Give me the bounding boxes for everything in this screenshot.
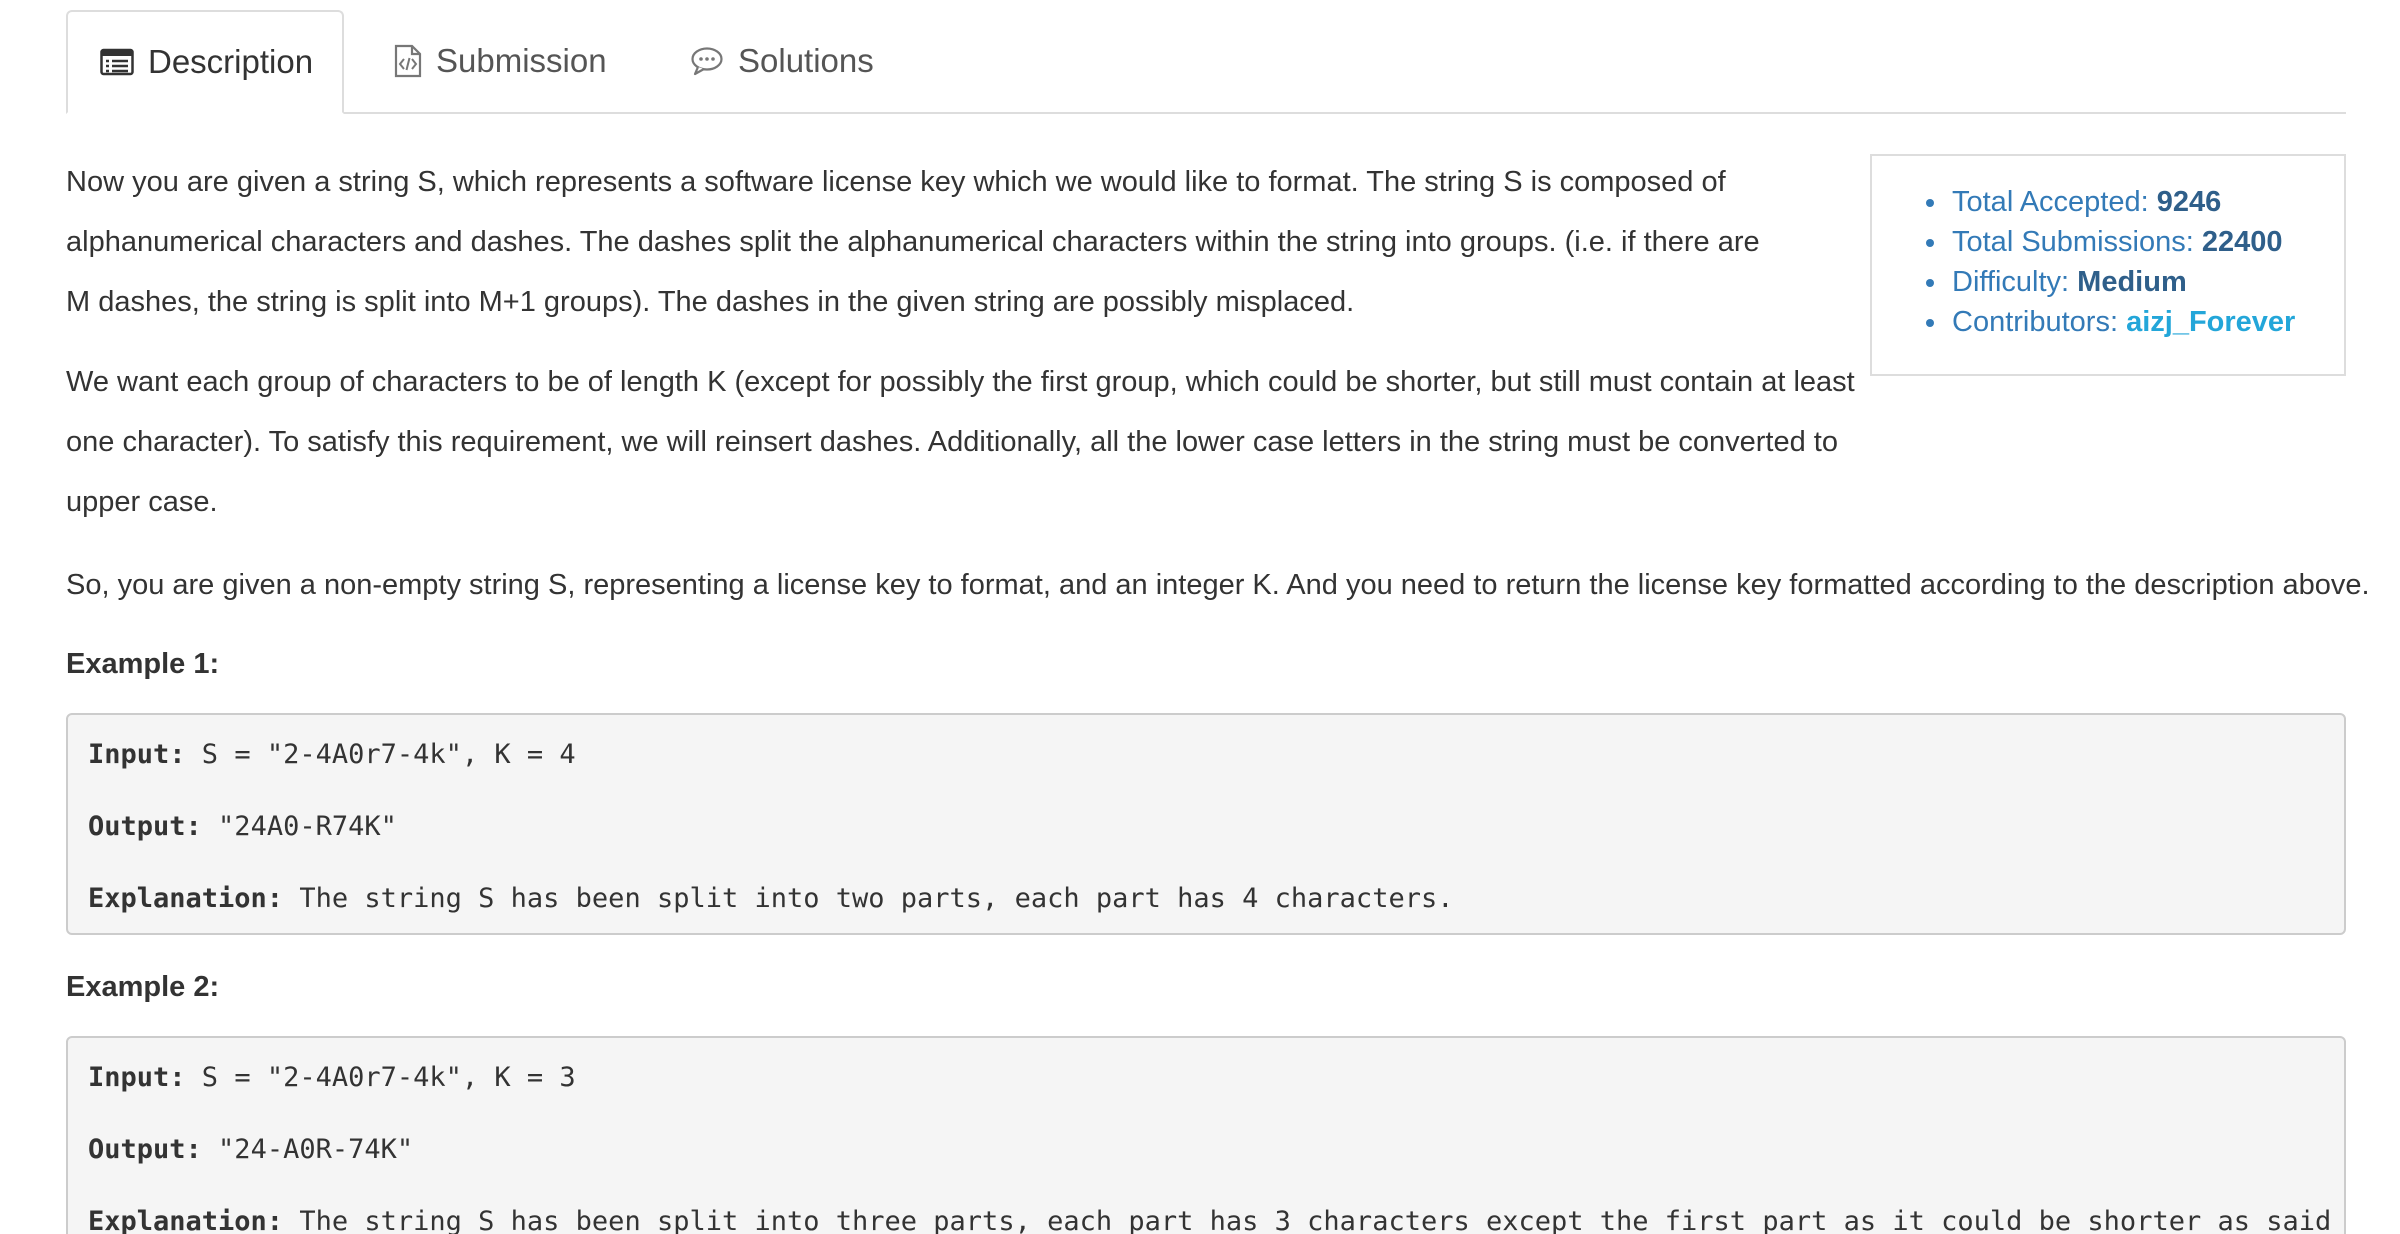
description-paragraph-1: Now you are given a string S, which repr… bbox=[66, 166, 1760, 318]
tab-submission-label: Submission bbox=[436, 42, 607, 79]
output-label: Output: bbox=[88, 811, 202, 842]
tab-bar: Description Submission Solutions bbox=[66, 10, 2346, 114]
tab-solutions-label: Solutions bbox=[738, 42, 874, 79]
input-label: Input: bbox=[88, 739, 186, 770]
problem-description: Now you are given a string S, which repr… bbox=[66, 152, 1855, 552]
stat-value: 22400 bbox=[2201, 226, 2283, 258]
solutions-icon bbox=[690, 46, 724, 76]
example-1-code-block: Input: S = "2-4A0r7-4k", K = 4 Output: "… bbox=[66, 713, 2346, 935]
stat-value: Medium bbox=[2077, 266, 2187, 298]
stat-contributors: Contributors: aizj_Forever bbox=[1926, 302, 2344, 342]
example-1-output: Output: "24A0-R74K" bbox=[88, 809, 397, 845]
output-label: Output: bbox=[88, 1134, 202, 1165]
example-2-output: Output: "24-A0R-74K" bbox=[88, 1132, 413, 1168]
example-2-input: Input: S = "2-4A0r7-4k", K = 3 bbox=[88, 1060, 576, 1096]
description-paragraph-3: So, you are given a non-empty string S, … bbox=[66, 569, 2370, 601]
problem-stats-box: Total Accepted: 9246 Total Submissions: … bbox=[1870, 154, 2346, 376]
explanation-value: The string S has been split into three p… bbox=[283, 1206, 2346, 1234]
stat-difficulty: Difficulty: Medium bbox=[1926, 262, 2344, 302]
stat-label: Total Accepted: bbox=[1952, 186, 2149, 218]
contributor-link[interactable]: aizj_Forever bbox=[2126, 306, 2295, 338]
description-icon bbox=[100, 47, 134, 77]
example-1-input: Input: S = "2-4A0r7-4k", K = 4 bbox=[88, 737, 576, 773]
explanation-label: Explanation: bbox=[88, 1206, 284, 1234]
stat-value: 9246 bbox=[2156, 186, 2222, 218]
input-label: Input: bbox=[88, 1062, 186, 1093]
output-value: "24-A0R-74K" bbox=[201, 1134, 414, 1165]
explanation-value: The string S has been split into two par… bbox=[283, 883, 1454, 914]
tab-description-label: Description bbox=[148, 43, 314, 80]
example-1-title: Example 1: bbox=[66, 648, 220, 680]
tab-solutions[interactable]: Solutions bbox=[690, 10, 874, 112]
description-paragraph-2: We want each group of characters to be o… bbox=[66, 366, 1855, 518]
stat-label: Contributors: bbox=[1952, 306, 2119, 338]
input-value: S = "2-4A0r7-4k", K = 4 bbox=[185, 739, 576, 770]
problem-page: Description Submission Solutions Total A… bbox=[0, 0, 2400, 1234]
stat-total-submissions: Total Submissions: 22400 bbox=[1926, 222, 2344, 262]
tab-description[interactable]: Description bbox=[66, 10, 344, 114]
example-2-title: Example 2: bbox=[66, 971, 220, 1003]
example-2-explanation: Explanation: The string S has been split… bbox=[88, 1204, 2346, 1234]
input-value: S = "2-4A0r7-4k", K = 3 bbox=[185, 1062, 576, 1093]
explanation-label: Explanation: bbox=[88, 883, 284, 914]
stat-label: Total Submissions: bbox=[1952, 226, 2194, 258]
submission-icon bbox=[394, 44, 422, 78]
stat-total-accepted: Total Accepted: 9246 bbox=[1926, 182, 2344, 222]
example-1-explanation: Explanation: The string S has been split… bbox=[88, 881, 1453, 917]
example-2-code-block: Input: S = "2-4A0r7-4k", K = 3 Output: "… bbox=[66, 1036, 2346, 1234]
stats-list: Total Accepted: 9246 Total Submissions: … bbox=[1872, 156, 2344, 342]
tab-submission[interactable]: Submission bbox=[394, 10, 607, 112]
stat-label: Difficulty: bbox=[1952, 266, 2070, 298]
output-value: "24A0-R74K" bbox=[201, 811, 397, 842]
